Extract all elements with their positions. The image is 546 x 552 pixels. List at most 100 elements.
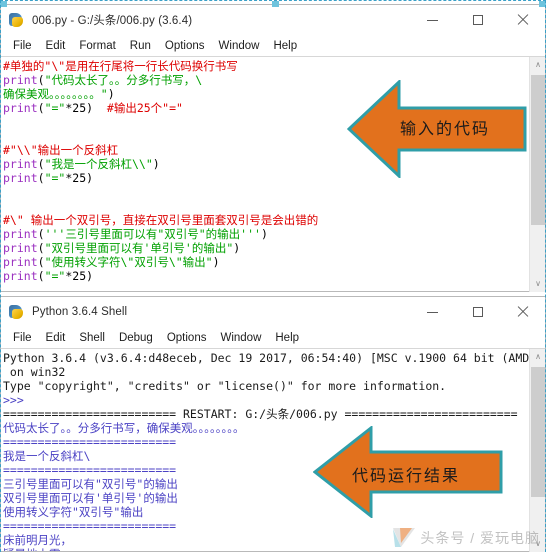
- editor-menu-window[interactable]: Window: [212, 40, 267, 52]
- code-token: #\" 输出一个双引号，直接在双引号里面套双引号是会出错的: [3, 213, 319, 227]
- editor-titlebar[interactable]: 006.py - G:/头条/006.py (3.6.4): [1, 5, 545, 35]
- shell-vertical-scrollbar[interactable]: ∧ ∨: [529, 349, 545, 552]
- code-token: ): [212, 255, 220, 269]
- code-token: (: [37, 101, 45, 115]
- code-token: *25): [65, 269, 94, 283]
- shell-output-token: =========================: [3, 519, 177, 533]
- code-token: *25): [65, 171, 94, 185]
- screenshot-root: 006.py - G:/头条/006.py (3.6.4) File Edit Fo…: [0, 0, 546, 552]
- shell-menu-options[interactable]: Options: [160, 332, 214, 344]
- scroll-up-icon[interactable]: ∧: [530, 57, 546, 73]
- shell-output-line: ========================= RESTART: G:/头条…: [3, 407, 527, 421]
- code-token: #单独的"\"是用在行尾将一行长代码换行书写: [3, 59, 238, 73]
- shell-title: Python 3.6.4 Shell: [32, 306, 128, 318]
- watermark-text: 头条号 / 爱玩电脑: [420, 530, 540, 546]
- capture-selection-border-left: [0, 0, 1, 552]
- code-token: (: [37, 227, 45, 241]
- shell-output-token: 三引号里面可以有"双引号"的输出: [3, 477, 178, 491]
- code-token: "我是一个反斜杠\\": [44, 157, 153, 171]
- editor-menu-run[interactable]: Run: [123, 40, 158, 52]
- code-token: (: [37, 157, 45, 171]
- close-button[interactable]: [500, 5, 545, 35]
- shell-output-token: >>>: [3, 393, 24, 407]
- left-arrow-shape: [347, 80, 527, 178]
- code-token: *25): [65, 101, 107, 115]
- code-token: ): [233, 241, 241, 255]
- code-token: (: [37, 73, 45, 87]
- code-token: print: [3, 269, 38, 283]
- shell-output-line: Type "copyright", "credits" or "license(…: [3, 379, 527, 393]
- editor-vertical-scrollbar[interactable]: ∧ ∨: [529, 57, 545, 292]
- editor-menu-file[interactable]: File: [6, 40, 39, 52]
- shell-output-token: 疑是地上霜。: [3, 547, 72, 551]
- scroll-up-icon[interactable]: ∧: [530, 349, 546, 365]
- python-shell-icon: [8, 304, 24, 320]
- editor-menubar: File Edit Format Run Options Window Help: [1, 35, 545, 57]
- shell-output-token: 我是一个反斜杠\: [3, 449, 91, 463]
- shell-output-line: Python 3.6.4 (v3.6.4:d48eceb, Dec 19 201…: [3, 351, 545, 365]
- code-token: print: [3, 171, 38, 185]
- shell-menu-edit[interactable]: Edit: [39, 332, 73, 344]
- editor-menu-format[interactable]: Format: [72, 40, 122, 52]
- maximize-button[interactable]: [455, 5, 500, 35]
- code-line: print('''三引号里面可以有"双引号"的输出'''): [3, 227, 527, 241]
- shell-menu-debug[interactable]: Debug: [112, 332, 160, 344]
- code-token: print: [3, 101, 38, 115]
- shell-output-token: 双引号里面可以有'单引号'的输出: [3, 491, 178, 505]
- scrollbar-thumb[interactable]: [531, 367, 545, 497]
- code-token: ): [107, 87, 115, 101]
- annotation-arrow-input-code: [347, 80, 527, 178]
- code-line: #单独的"\"是用在行尾将一行长代码换行书写: [3, 59, 527, 73]
- toutiao-logo-icon: [393, 528, 416, 548]
- capture-selection-border: [0, 0, 546, 7]
- shell-window-controls: [410, 297, 545, 327]
- code-token: "双引号里面可以有'单引号'的输出": [44, 241, 234, 255]
- code-token: print: [3, 73, 38, 87]
- editor-menu-help[interactable]: Help: [266, 40, 304, 52]
- minimize-button[interactable]: [410, 297, 455, 327]
- code-line: print("双引号里面可以有'单引号'的输出"): [3, 241, 527, 255]
- code-line: print("使用转义字符\"双引号\"输出"): [3, 255, 527, 269]
- shell-menubar: File Edit Shell Debug Options Window Help: [1, 327, 545, 349]
- code-token: print: [3, 227, 38, 241]
- editor-window-controls: [410, 5, 545, 35]
- code-token: "使用转义字符\"双引号\"输出": [44, 255, 213, 269]
- code-token: #输出25个"=": [106, 101, 183, 115]
- scrollbar-thumb[interactable]: [531, 75, 545, 225]
- python-file-icon: [8, 12, 24, 28]
- shell-output-token: ========================= RESTART: G:/头条…: [3, 407, 518, 421]
- shell-menu-help[interactable]: Help: [268, 332, 306, 344]
- scroll-down-icon[interactable]: ∨: [530, 276, 546, 292]
- shell-menu-file[interactable]: File: [6, 332, 39, 344]
- shell-output-line: >>>: [3, 393, 527, 407]
- close-button[interactable]: [500, 297, 545, 327]
- code-token: (: [37, 241, 45, 255]
- shell-output-token: 代码太长了。。分多行书写，确保美观。。。。。。。。: [3, 421, 245, 435]
- code-token: '''三引号里面可以有"双引号"的输出''': [44, 227, 261, 241]
- shell-output-token: =========================: [3, 463, 177, 477]
- code-token: print: [3, 255, 38, 269]
- code-line: print("="*25): [3, 269, 527, 283]
- editor-menu-options[interactable]: Options: [158, 40, 212, 52]
- shell-menu-window[interactable]: Window: [213, 332, 268, 344]
- shell-output-token: 使用转义字符"双引号"输出: [3, 505, 144, 519]
- minimize-button[interactable]: [410, 5, 455, 35]
- shell-output-token: Type "copyright", "credits" or "license(…: [3, 379, 447, 393]
- code-token: 确保美观。。。。。。。。": [3, 87, 108, 101]
- annotation-arrow-run-result: [313, 426, 503, 518]
- code-token: print: [3, 241, 38, 255]
- code-token: #"\\"输出一个反斜杠: [3, 143, 119, 157]
- code-token: (: [37, 269, 45, 283]
- code-token: "=": [44, 171, 66, 185]
- shell-titlebar[interactable]: Python 3.6.4 Shell: [1, 297, 545, 327]
- shell-output-line: on win32: [3, 365, 527, 379]
- shell-menu-shell[interactable]: Shell: [72, 332, 112, 344]
- shell-output-token: on win32: [3, 365, 66, 379]
- code-token: "代码太长了。。分多行书写，\: [44, 73, 203, 87]
- editor-menu-edit[interactable]: Edit: [39, 40, 73, 52]
- code-token: print: [3, 157, 38, 171]
- maximize-button[interactable]: [455, 297, 500, 327]
